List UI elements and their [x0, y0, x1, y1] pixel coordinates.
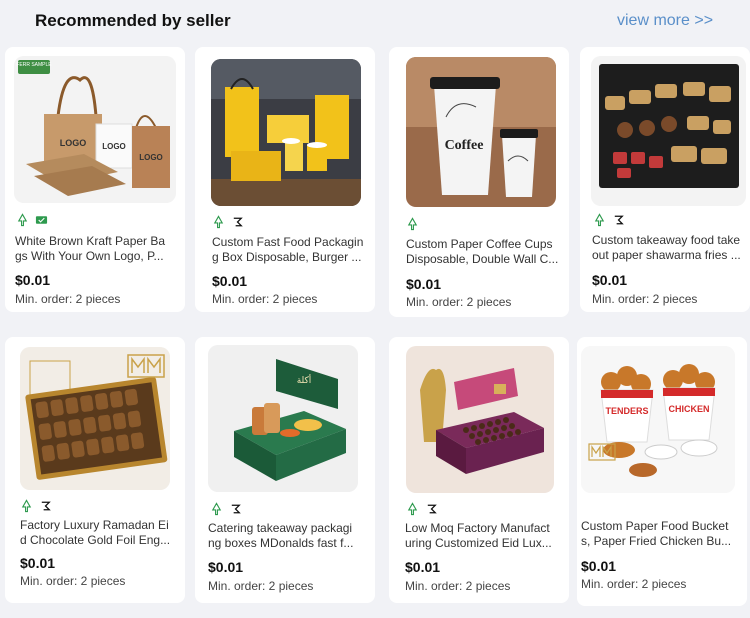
product-card[interactable]: Custom Fast Food Packagin g Box Disposab… [195, 47, 375, 312]
product-title-line: Disposable, Double Wall C... [406, 252, 559, 266]
product-image[interactable]: Coffee [406, 57, 556, 207]
product-title[interactable]: Factory Luxury Ramadan Ei d Chocolate Go… [20, 518, 180, 548]
product-card[interactable]: Coffee Custom Paper Coffee Cups Disposab… [389, 47, 569, 317]
product-title-line: Low Moq Factory Manufact [405, 521, 550, 535]
product-title-line: d Chocolate Gold Foil Eng... [20, 533, 171, 547]
image-tag: FERR SAMPLE [16, 62, 52, 68]
product-price: $0.01 [592, 272, 628, 288]
product-title-line: Custom Paper Food Bucket [581, 519, 729, 533]
product-card[interactable]: TENDERS CHICKEN Custom Paper Food Bucket… [577, 337, 747, 606]
product-image[interactable] [591, 56, 746, 206]
product-price: $0.01 [406, 276, 442, 292]
product-title-line: s, Paper Fried Chicken Bu... [581, 534, 732, 548]
eco-leaf-icon [407, 217, 418, 231]
product-price: $0.01 [20, 555, 56, 571]
product-title[interactable]: Custom Fast Food Packagin g Box Disposab… [212, 235, 372, 265]
bucket-print-text: CHICKEN [668, 404, 709, 414]
product-title-line: uring Customized Eid Lux... [405, 536, 552, 550]
min-order: Min. order: 2 pieces [581, 577, 687, 591]
product-title[interactable]: Custom Paper Coffee Cups Disposable, Dou… [406, 237, 566, 267]
customization-icon [233, 217, 243, 227]
product-title[interactable]: White Brown Kraft Paper Ba gs With Your … [15, 234, 180, 264]
eco-leaf-icon [407, 502, 418, 516]
cup-print-text: Coffee [445, 138, 484, 153]
product-price: $0.01 [212, 273, 248, 289]
product-title[interactable]: Catering takeaway packagi ng boxes MDona… [208, 521, 370, 551]
view-more-link[interactable]: view more >> [617, 12, 713, 30]
product-image[interactable] [211, 59, 361, 206]
min-order: Min. order: 2 pieces [208, 579, 314, 593]
product-card[interactable]: Low Moq Factory Manufact uring Customize… [389, 337, 569, 603]
product-image[interactable]: TENDERS CHICKEN [581, 346, 735, 493]
min-order: Min. order: 2 pieces [212, 292, 318, 306]
product-title-line: Custom takeaway food take [592, 233, 741, 247]
min-order: Min. order: 2 pieces [405, 579, 511, 593]
min-order: Min. order: 2 pieces [15, 292, 121, 306]
min-order: Min. order: 2 pieces [406, 295, 512, 309]
product-card[interactable]: Factory Luxury Ramadan Ei d Chocolate Go… [5, 337, 185, 603]
eco-leaf-icon [21, 499, 32, 513]
product-title-line: gs With Your Own Logo, P... [15, 249, 164, 263]
product-title-line: out paper shawarma fries ... [592, 248, 741, 262]
product-title-line: Factory Luxury Ramadan Ei [20, 518, 169, 532]
product-title[interactable]: Custom Paper Food Bucket s, Paper Fried … [581, 519, 745, 549]
eco-leaf-icon [594, 213, 605, 227]
product-card[interactable]: أكلة Catering takeaway packagi ng boxes … [195, 337, 375, 603]
customization-icon [427, 504, 437, 514]
product-price: $0.01 [208, 559, 244, 575]
product-image[interactable]: FERR SAMPLE LOGO LOGO LOGO [14, 56, 176, 203]
product-title-line: White Brown Kraft Paper Ba [15, 234, 166, 248]
product-card[interactable]: FERR SAMPLE LOGO LOGO LOGO White Brown K… [5, 47, 185, 312]
product-image[interactable]: أكلة [208, 345, 358, 492]
product-title[interactable]: Custom takeaway food take out paper shaw… [592, 233, 750, 263]
product-image[interactable] [20, 347, 170, 490]
bag-logo-text: LOGO [139, 153, 163, 162]
product-image[interactable] [406, 346, 554, 493]
product-card[interactable]: Custom takeaway food take out paper shaw… [580, 47, 750, 312]
product-title[interactable]: Low Moq Factory Manufact uring Customize… [405, 521, 567, 551]
min-order: Min. order: 2 pieces [20, 574, 126, 588]
product-price: $0.01 [405, 559, 441, 575]
eco-leaf-icon [17, 213, 28, 227]
verified-supplier-icon [35, 216, 48, 224]
product-title-line: Custom Paper Coffee Cups [406, 237, 553, 251]
customization-icon [41, 501, 51, 511]
eco-leaf-icon [213, 215, 224, 229]
product-title-line: ng boxes MDonalds fast f... [208, 536, 354, 550]
product-title-line: Custom Fast Food Packagin [212, 235, 364, 249]
product-price: $0.01 [15, 272, 51, 288]
product-title-line: g Box Disposable, Burger ... [212, 250, 362, 264]
bag-logo-text: LOGO [102, 142, 126, 151]
bag-logo-text: LOGO [60, 138, 87, 148]
section-title: Recommended by seller [35, 11, 231, 30]
min-order: Min. order: 2 pieces [592, 292, 698, 306]
box-arabic-text: أكلة [297, 374, 312, 386]
customization-icon [614, 215, 624, 225]
bucket-print-text: TENDERS [605, 406, 648, 416]
customization-icon [231, 504, 241, 514]
eco-leaf-icon [211, 502, 222, 516]
product-price: $0.01 [581, 558, 617, 574]
product-title-line: Catering takeaway packagi [208, 521, 353, 535]
